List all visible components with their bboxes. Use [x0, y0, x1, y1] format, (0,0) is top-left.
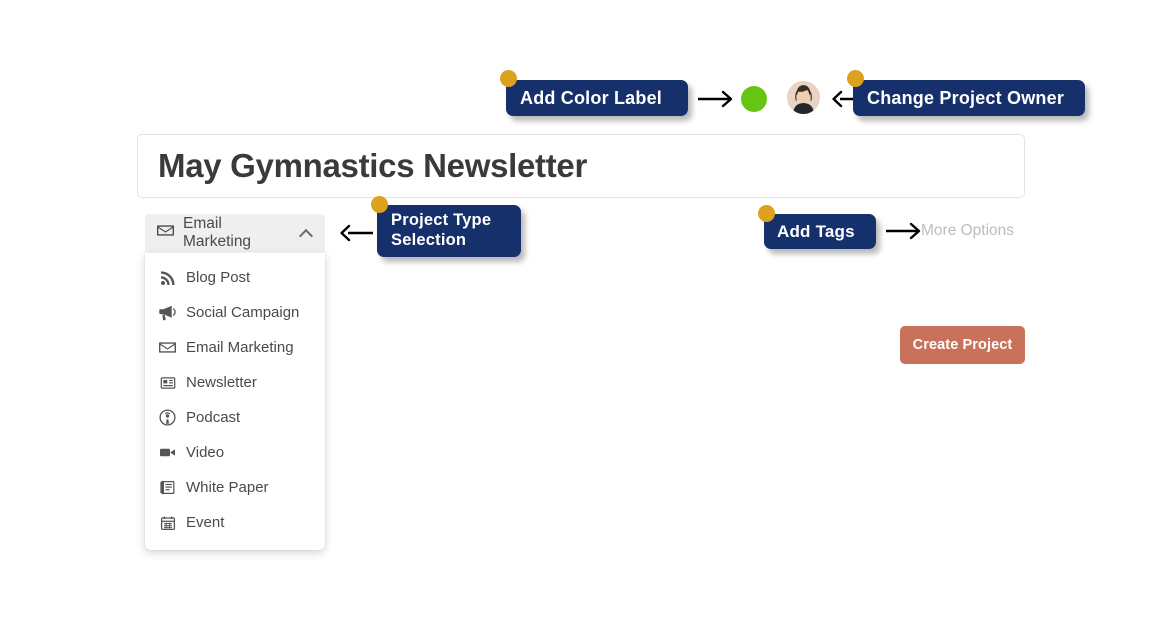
- project-type-option-video[interactable]: Video: [145, 435, 325, 470]
- annotation-arrow-left-project-type: [340, 224, 373, 242]
- project-type-selected-label: Email Marketing: [183, 215, 252, 250]
- annotation-arrow-right-color-label: [698, 90, 733, 108]
- project-type-option-newsletter[interactable]: Newsletter: [145, 365, 325, 400]
- project-type-option-label: White Paper: [186, 479, 269, 496]
- project-type-option-blog-post[interactable]: Blog Post: [145, 260, 325, 295]
- annotation-label-change-project-owner: Change Project Owner: [867, 87, 1065, 108]
- avatar[interactable]: [787, 81, 820, 114]
- envelope-icon: [157, 222, 174, 244]
- rss-icon: [159, 269, 176, 286]
- project-title-value: May Gymnastics Newsletter: [158, 147, 588, 184]
- project-type-select-trigger[interactable]: Email Marketing: [145, 214, 325, 252]
- more-options-label[interactable]: More Options: [921, 222, 1014, 240]
- annotation-label-add-color-label: Add Color Label: [520, 87, 662, 108]
- calendar-icon: [159, 514, 176, 531]
- project-type-option-white-paper[interactable]: White Paper: [145, 470, 325, 505]
- annotation-marker-project-type-selection: [371, 196, 388, 213]
- annotation-callout-change-project-owner: Change Project Owner: [853, 80, 1085, 116]
- project-type-option-label: Social Campaign: [186, 304, 300, 321]
- newspaper-icon: [159, 374, 176, 391]
- project-type-option-list[interactable]: Blog Post Social Campaign Email Marketin…: [145, 253, 325, 550]
- annotation-marker-add-tags: [758, 205, 775, 222]
- user-avatar-icon: [787, 81, 820, 114]
- annotation-label-add-tags: Add Tags: [777, 221, 855, 241]
- project-type-option-email-marketing[interactable]: Email Marketing: [145, 330, 325, 365]
- project-type-option-label: Video: [186, 444, 225, 461]
- project-type-option-label: Email Marketing: [186, 339, 294, 356]
- annotation-label-project-type-selection: Project Type Selection: [391, 211, 492, 249]
- annotation-callout-add-tags: Add Tags: [764, 214, 876, 249]
- annotation-marker-change-project-owner: [847, 70, 864, 87]
- project-type-option-label: Blog Post: [186, 269, 251, 286]
- project-creation-screen: Add Color Label Change Project Owner May…: [0, 0, 1154, 632]
- chevron-up-icon: [300, 227, 313, 240]
- annotation-callout-add-color-label: Add Color Label: [506, 80, 688, 116]
- podcast-icon: [159, 409, 176, 426]
- project-type-option-label: Newsletter: [186, 374, 257, 391]
- project-type-option-event[interactable]: Event: [145, 505, 325, 540]
- envelope-icon: [159, 339, 176, 356]
- project-type-option-label: Event: [186, 514, 225, 531]
- project-title-input[interactable]: May Gymnastics Newsletter: [137, 134, 1025, 198]
- annotation-marker-add-color-label: [500, 70, 517, 87]
- project-color-label-swatch[interactable]: [741, 86, 767, 112]
- annotation-callout-project-type-selection: Project Type Selection: [377, 205, 521, 257]
- megaphone-icon: [159, 304, 176, 321]
- project-type-option-podcast[interactable]: Podcast: [145, 400, 325, 435]
- documents-icon: [159, 479, 176, 496]
- video-camera-icon: [159, 444, 176, 461]
- project-type-option-label: Podcast: [186, 409, 241, 426]
- create-project-button[interactable]: Create Project: [900, 326, 1025, 364]
- project-type-option-social-campaign[interactable]: Social Campaign: [145, 295, 325, 330]
